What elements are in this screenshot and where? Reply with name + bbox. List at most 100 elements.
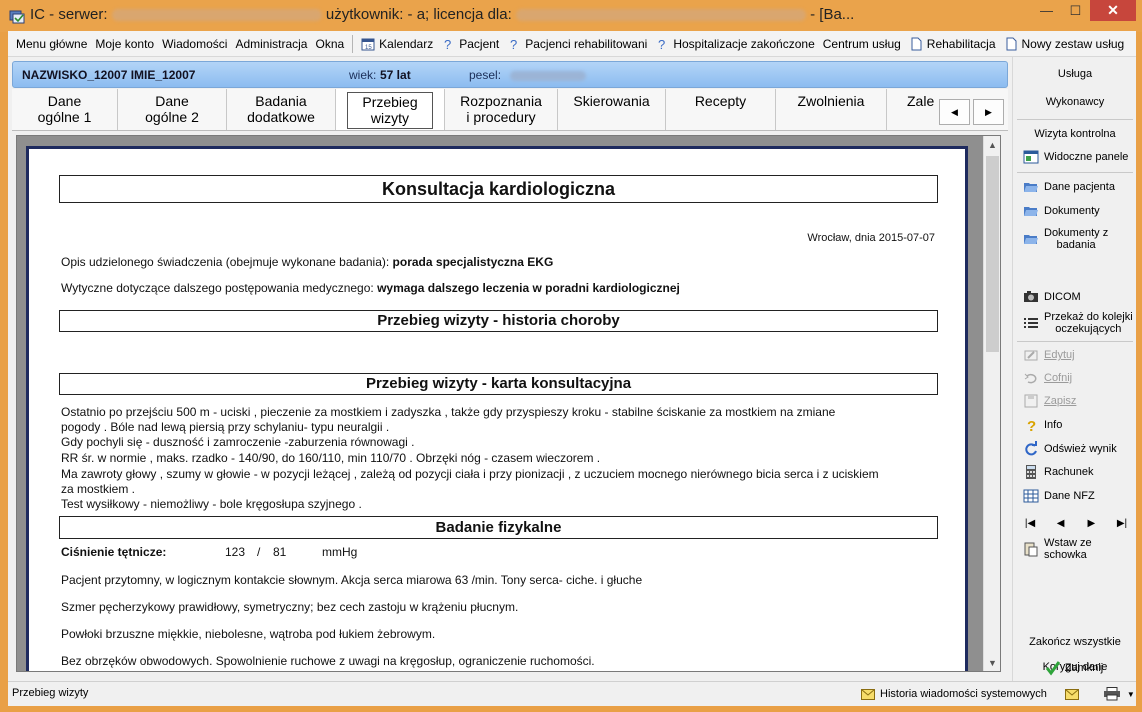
control-visit-button[interactable]: Wizyta kontrolna bbox=[1013, 125, 1137, 143]
service-button[interactable]: Usługa bbox=[1013, 65, 1137, 83]
help-icon: ? bbox=[441, 37, 455, 51]
exam-line: Pacjent przytomny, w logicznym kontakcie… bbox=[61, 573, 643, 587]
tab-sick-leave[interactable]: Zwolnienia bbox=[776, 89, 887, 130]
button-label: Info bbox=[1044, 419, 1063, 431]
tab-label: dodatkowe bbox=[247, 109, 315, 125]
exam-documents-button[interactable]: Dokumenty z badania bbox=[1013, 225, 1137, 253]
tab-strip: Dane ogólne 1 Dane ogólne 2 Badania doda… bbox=[12, 89, 1008, 131]
undo-button[interactable]: Cofnij bbox=[1013, 368, 1137, 388]
documents-button[interactable]: Dokumenty bbox=[1013, 201, 1137, 221]
maximize-button[interactable]: ☐ bbox=[1061, 0, 1090, 21]
tab-label: Dane bbox=[47, 93, 82, 109]
toolbar-service-center[interactable]: Centrum usług bbox=[819, 33, 905, 55]
refresh-result-button[interactable]: Odśwież wynik bbox=[1013, 439, 1137, 459]
bill-button[interactable]: Rachunek bbox=[1013, 462, 1137, 482]
tab-truncated[interactable]: Zale bbox=[887, 89, 937, 130]
svg-text:?: ? bbox=[444, 37, 451, 51]
document-scrollbar[interactable]: ▲ ▼ bbox=[983, 136, 1000, 671]
printer-icon[interactable] bbox=[1103, 687, 1121, 701]
service-value: porada specjalistyczna EKG bbox=[392, 255, 554, 269]
button-label: Dane pacjenta bbox=[1044, 181, 1115, 193]
toolbar-calendar[interactable]: 15 Kalendarz bbox=[357, 33, 437, 55]
tab-label: wizyty bbox=[370, 110, 410, 126]
tab-referrals[interactable]: Skierowania bbox=[558, 89, 666, 130]
performers-button[interactable]: Wykonawcy bbox=[1013, 93, 1137, 111]
last-record-icon[interactable]: ▶| bbox=[1115, 516, 1129, 530]
next-record-icon[interactable]: ▶ bbox=[1084, 516, 1098, 530]
button-label: DICOM bbox=[1044, 291, 1081, 303]
minimize-button[interactable]: — bbox=[1032, 0, 1061, 21]
exam-line: Powłoki brzuszne miękkie, niebolesne, wą… bbox=[61, 627, 436, 641]
help-icon: ? bbox=[1023, 417, 1039, 433]
tab-label: Rozpoznania bbox=[460, 93, 542, 109]
calculator-icon bbox=[1023, 464, 1039, 480]
button-label: Cofnij bbox=[1044, 372, 1073, 384]
scroll-down-icon[interactable]: ▼ bbox=[984, 654, 1000, 671]
doc-service: Opis udzielonego świadczenia (obejmuje w… bbox=[61, 255, 553, 269]
prev-record-icon[interactable]: ◀ bbox=[1054, 516, 1068, 530]
close-visit-button[interactable]: Zamknij bbox=[1012, 657, 1136, 679]
system-messages-history[interactable]: Historia wiadomości systemowych ▼ bbox=[861, 687, 1135, 701]
panel-separator bbox=[1017, 341, 1133, 342]
tab-scroll-left[interactable]: ◀ bbox=[939, 99, 970, 125]
button-label: Wstaw ze schowka bbox=[1044, 537, 1092, 561]
record-navigation: |◀ ◀ ▶ ▶| bbox=[1023, 516, 1129, 530]
toolbar-finished-hospitalizations[interactable]: ? Hospitalizacje zakończone bbox=[651, 33, 818, 55]
menu-windows[interactable]: Okna bbox=[311, 33, 348, 55]
status-bar: Przebieg wizyty Historia wiadomości syst… bbox=[8, 681, 1136, 706]
dicom-button[interactable]: DICOM bbox=[1013, 287, 1137, 307]
guidelines-label: Wytyczne dotyczące dalszego postępowania… bbox=[61, 281, 374, 295]
info-button[interactable]: ? Info bbox=[1013, 415, 1137, 435]
scroll-thumb[interactable] bbox=[986, 156, 999, 352]
tab-diagnoses[interactable]: Rozpoznania i procedury bbox=[445, 89, 558, 130]
svg-text:15: 15 bbox=[365, 45, 372, 51]
queue-button[interactable]: Przekaż do kolejki oczekujących bbox=[1013, 309, 1137, 337]
folder-open-icon bbox=[1023, 203, 1039, 219]
bp-label: Ciśnienie tętnicze: bbox=[61, 545, 167, 559]
finish-all-button[interactable]: Zakończ wszystkie bbox=[1013, 633, 1137, 651]
button-label: Zapisz bbox=[1044, 395, 1077, 407]
envelope-icon bbox=[861, 688, 875, 700]
panels-icon bbox=[1023, 149, 1039, 165]
toolbar-rehab-patients[interactable]: ? Pacjenci rehabilitowani bbox=[503, 33, 651, 55]
first-record-icon[interactable]: |◀ bbox=[1023, 516, 1037, 530]
close-button[interactable]: ✕ bbox=[1090, 0, 1136, 21]
menu-administration[interactable]: Administracja bbox=[231, 33, 311, 55]
toolbar-rehabilitation[interactable]: Rehabilitacja bbox=[905, 33, 1000, 55]
dropdown-arrow-icon[interactable]: ▼ bbox=[1127, 690, 1135, 699]
edit-button[interactable]: Edytuj bbox=[1013, 345, 1137, 365]
paste-icon bbox=[1023, 541, 1039, 557]
checkmark-icon bbox=[1045, 660, 1061, 676]
menu-messages[interactable]: Wiadomości bbox=[158, 33, 231, 55]
envelope-icon[interactable] bbox=[1064, 688, 1079, 700]
document-icon bbox=[909, 37, 923, 51]
tab-general-1[interactable]: Dane ogólne 1 bbox=[12, 89, 118, 130]
tab-scroll-right[interactable]: ▶ bbox=[973, 99, 1004, 125]
document-viewer[interactable]: Konsultacja kardiologiczna Wrocław, dnia… bbox=[16, 135, 1001, 672]
main-window: Menu główne Moje konto Wiadomości Admini… bbox=[8, 31, 1136, 706]
tab-additional-tests[interactable]: Badania dodatkowe bbox=[227, 89, 336, 130]
tab-general-2[interactable]: Dane ogólne 2 bbox=[118, 89, 227, 130]
card-line: Ostatnio po przejściu 500 m - uciski , p… bbox=[61, 405, 836, 419]
save-button[interactable]: Zapisz bbox=[1013, 391, 1137, 411]
tab-visit-course[interactable]: Przebieg wizyty bbox=[336, 89, 445, 130]
paste-from-clipboard-button[interactable]: Wstaw ze schowka bbox=[1013, 537, 1137, 561]
title-bar: IC - serwer: użytkownik: - a; licencja d… bbox=[0, 0, 1142, 32]
tab-label: Skierowania bbox=[573, 93, 650, 109]
menu-my-account[interactable]: Moje konto bbox=[91, 33, 158, 55]
visible-panels-button[interactable]: Widoczne panele bbox=[1013, 147, 1137, 167]
card-line: Gdy pochyli się - duszność i zamroczenie… bbox=[61, 435, 415, 449]
tab-label: ogólne 2 bbox=[145, 109, 199, 125]
nfz-data-button[interactable]: Dane NFZ bbox=[1013, 486, 1137, 506]
button-label: Dokumenty z badania bbox=[1044, 227, 1109, 251]
help-icon: ? bbox=[655, 37, 669, 51]
svg-text:?: ? bbox=[1027, 418, 1036, 433]
toolbar-patient[interactable]: ? Pacjent bbox=[437, 33, 503, 55]
patient-data-button[interactable]: Dane pacjenta bbox=[1013, 177, 1137, 197]
tab-prescriptions[interactable]: Recepty bbox=[666, 89, 776, 130]
toolbar-new-service-set[interactable]: Nowy zestaw usług bbox=[1000, 33, 1129, 55]
menu-main[interactable]: Menu główne bbox=[12, 33, 91, 55]
scroll-up-icon[interactable]: ▲ bbox=[984, 136, 1000, 153]
tab-label: Dane bbox=[155, 93, 189, 109]
svg-text:?: ? bbox=[658, 37, 665, 51]
